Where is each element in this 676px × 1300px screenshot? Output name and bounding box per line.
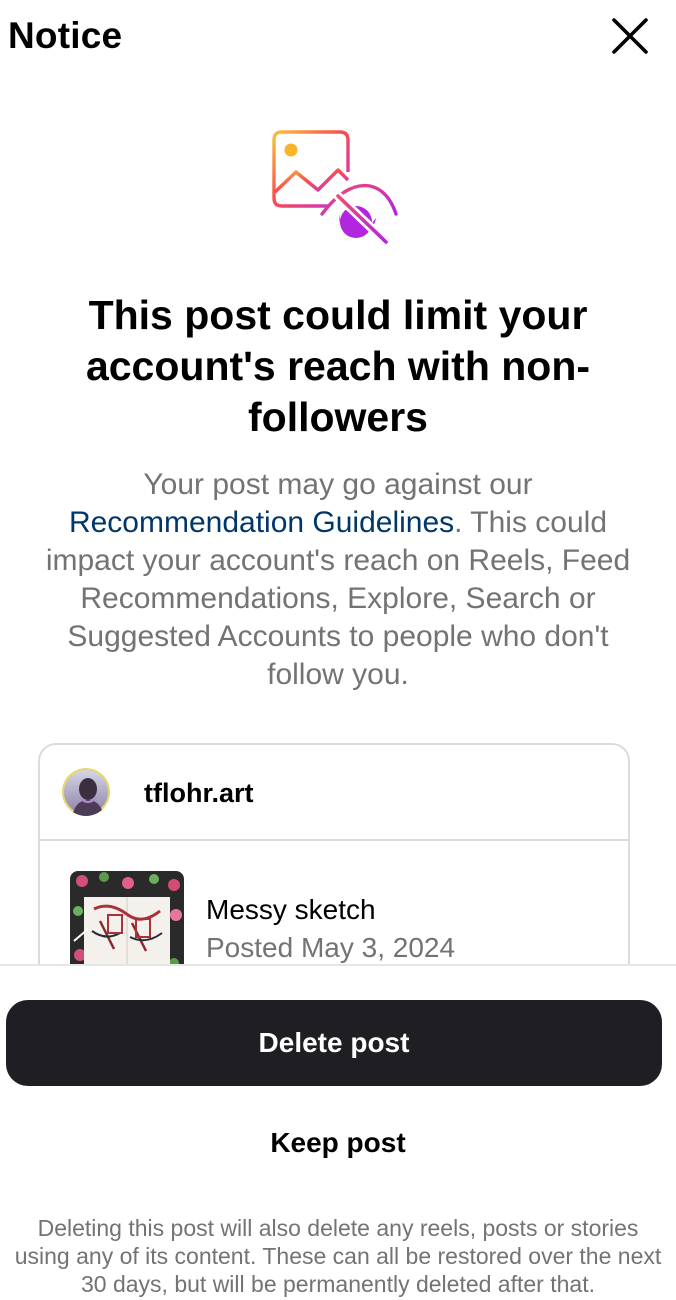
avatar[interactable] (62, 768, 110, 816)
page-title: Notice (8, 15, 123, 56)
notice-body-prefix: Your post may go against our (143, 468, 533, 501)
delete-post-button[interactable]: Delete post (6, 1000, 662, 1086)
action-sheet: Delete post Keep post Deleting this post… (0, 964, 676, 1300)
header: Notice (0, 0, 676, 72)
recommendation-guidelines-link[interactable]: Recommendation Guidelines (69, 506, 454, 539)
close-icon (612, 18, 648, 54)
keep-post-button[interactable]: Keep post (0, 1118, 676, 1168)
close-button[interactable] (606, 12, 654, 60)
post-date: Posted May 3, 2024 (206, 932, 456, 963)
post-caption: Messy sketch (206, 894, 376, 925)
post-username[interactable]: tflohr.art (144, 777, 254, 809)
post-author-row: tflohr.art (40, 745, 628, 841)
deletion-note: Deleting this post will also delete any … (14, 1215, 662, 1297)
notice-body: Your post may go against our Recommendat… (30, 466, 646, 694)
hidden-image-icon (266, 126, 402, 248)
notice-headline: This post could limit your account's rea… (85, 292, 591, 440)
